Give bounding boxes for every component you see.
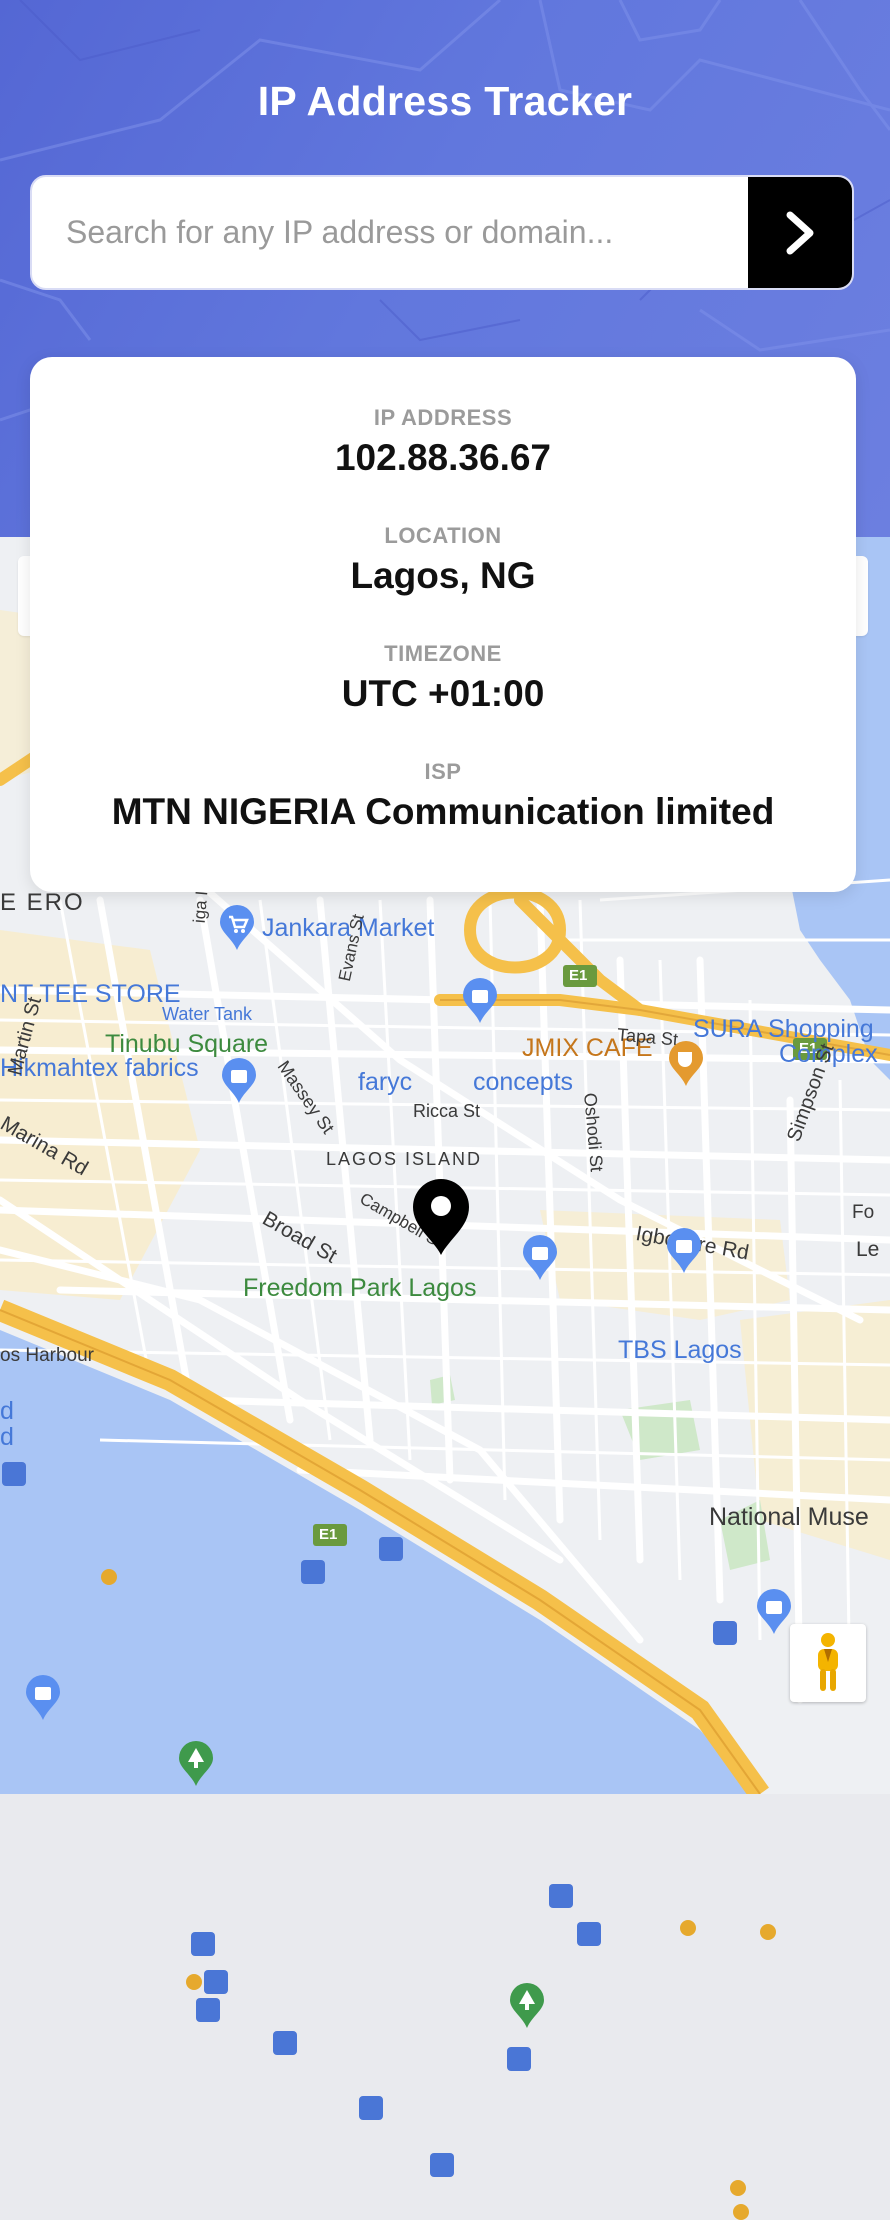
search-submit-button[interactable] [748,177,852,288]
location-value: Lagos, NG [350,555,536,596]
page-title: IP Address Tracker [257,78,633,124]
cafe-pin-icon[interactable] [667,1040,705,1088]
transit-dot-icon [101,1569,117,1585]
e1-shield-label: E1 [569,967,588,984]
transit-dot-icon [733,2204,749,2220]
shopping-cart-pin-icon[interactable] [218,904,256,952]
map-label-harbour: os Harbour [0,1345,94,1366]
shopping-bag-pin-icon[interactable] [521,1234,559,1282]
transit-dot-icon [760,1924,776,1940]
map-label-d2: d [0,1423,14,1451]
bus-stop-icon[interactable] [359,2096,383,2120]
map-label-concepts[interactable]: concepts [473,1068,573,1097]
bus-stop-icon[interactable] [713,1621,737,1645]
park-pin-icon[interactable] [508,1982,546,2030]
street-view-pegman-button[interactable] [790,1624,866,1702]
search-form [30,175,854,290]
transit-dot-icon [186,1974,202,1990]
timezone-value: UTC +01:00 [341,673,545,714]
info-card: IP ADDRESS 102.88.36.67 LOCATION Lagos, … [30,357,856,892]
isp-value: MTN NIGERIA Communication limited [111,791,775,832]
bus-stop-icon[interactable] [2,1462,26,1486]
shopping-bag-pin-icon[interactable] [24,1674,62,1722]
bus-stop-icon[interactable] [204,1970,228,1994]
map-label-freedom-park[interactable]: Freedom Park Lagos [243,1274,476,1303]
ip-address-section: IP ADDRESS 102.88.36.67 [30,405,856,479]
bus-stop-icon[interactable] [549,1884,573,1908]
shopping-bag-pin-icon[interactable] [220,1057,258,1105]
bus-stop-icon[interactable] [507,2047,531,2071]
map-label-lagos-island: LAGOS ISLAND [326,1149,483,1169]
location-marker-icon[interactable] [411,1177,471,1257]
bus-stop-icon[interactable] [577,1922,601,1946]
bus-stop-icon[interactable] [196,1998,220,2022]
search-input[interactable] [32,177,752,288]
map-label-iga: iga I [189,890,212,924]
bus-stop-icon[interactable] [430,2153,454,2177]
map-label-fo: Fo [852,1202,875,1223]
ip-address-value: 102.88.36.67 [334,437,552,478]
e1-shield-label: E1 [319,1526,338,1543]
chevron-right-icon [786,211,814,254]
bus-stop-icon[interactable] [379,1537,403,1561]
bus-stop-icon[interactable] [301,1560,325,1584]
pegman-icon [818,1633,838,1691]
map-label-water-tank: Water Tank [162,1004,253,1024]
location-section: LOCATION Lagos, NG [30,523,856,597]
timezone-section: TIMEZONE UTC +01:00 [30,641,856,715]
map-label-tinubu-square[interactable]: Tinubu Square [105,1030,268,1059]
map-label-ricca-st: Ricca St [413,1101,481,1121]
shopping-bag-pin-icon[interactable] [461,977,499,1025]
shopping-bag-pin-icon[interactable] [755,1588,793,1636]
shopping-bag-pin-icon[interactable] [665,1227,703,1275]
map-label-le: Le [856,1238,880,1261]
bus-stop-icon[interactable] [191,1932,215,1956]
map-label-ero: E ERO [0,889,85,916]
transit-dot-icon [680,1920,696,1936]
isp-label: ISP [424,759,462,784]
park-pin-icon[interactable] [177,1740,215,1788]
location-label: LOCATION [384,523,502,548]
isp-section: ISP MTN NIGERIA Communication limited [30,759,856,833]
map-label-faryc[interactable]: faryc [358,1068,412,1097]
transit-dot-icon [730,2180,746,2196]
map-label-national-museum[interactable]: National Muse [709,1503,869,1532]
map-label-d1: d [0,1397,14,1425]
map-label-tbs-lagos[interactable]: TBS Lagos [618,1336,742,1365]
timezone-label: TIMEZONE [384,641,502,666]
bus-stop-icon[interactable] [273,2031,297,2055]
ip-address-label: IP ADDRESS [373,405,513,430]
